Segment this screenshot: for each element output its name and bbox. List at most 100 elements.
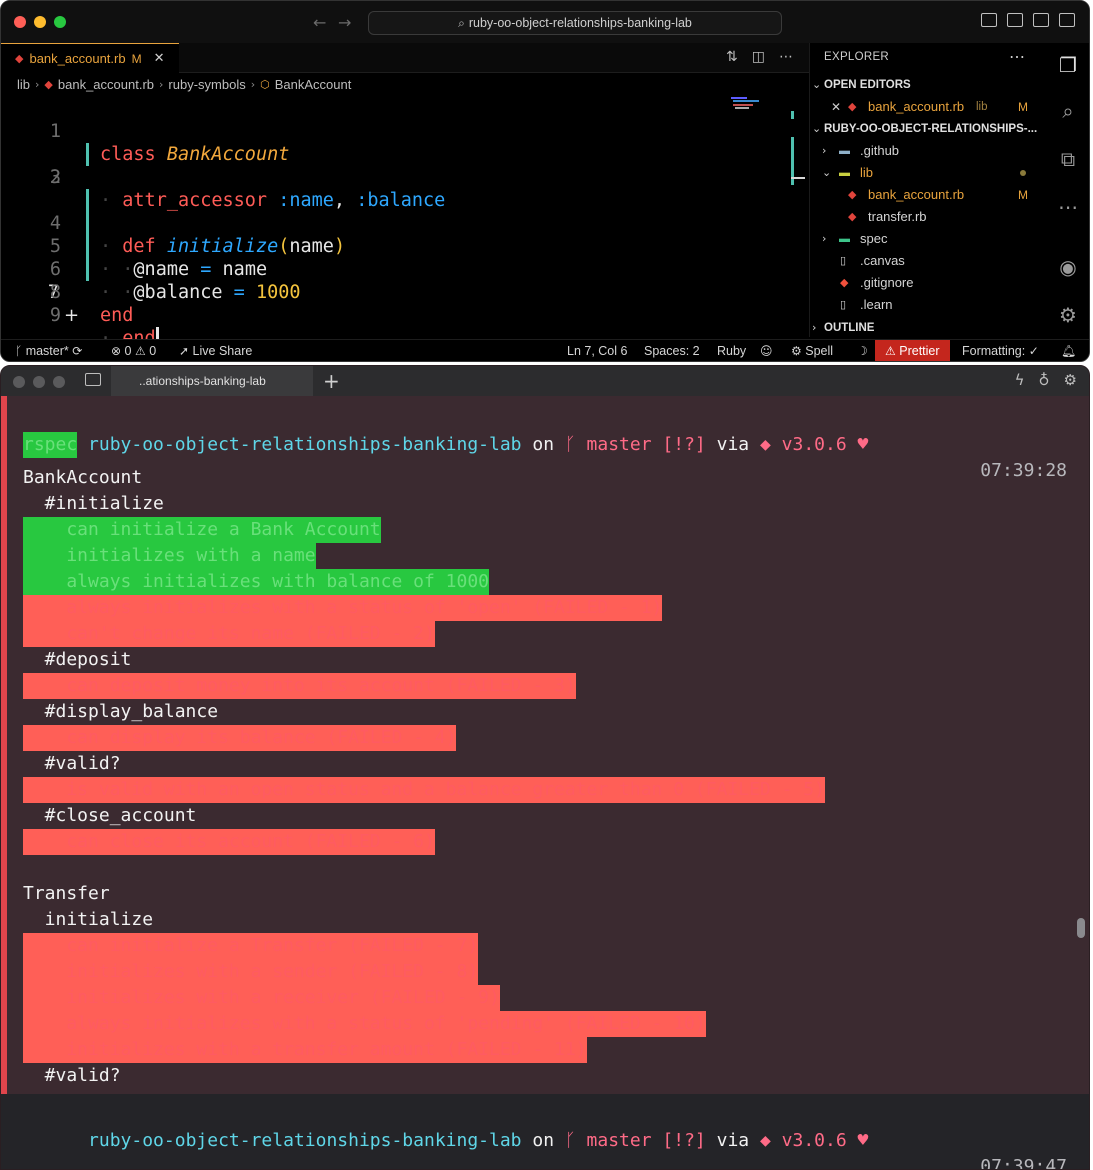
code-line: 4 · def initialize(name) xyxy=(1,166,791,257)
close-tab-icon[interactable]: ✕ xyxy=(154,51,165,66)
command-center-search[interactable]: ⌕ ruby-oo-object-relationships-banking-la… xyxy=(368,11,782,35)
output-line: can close its account (FAILED - 6) xyxy=(23,829,435,855)
tree-label: transfer.rb xyxy=(868,209,927,224)
forward-arrow-icon[interactable]: → xyxy=(338,13,351,32)
search-icon[interactable]: ⌕ xyxy=(1056,99,1080,123)
more-views-icon[interactable]: ⋯ xyxy=(1056,195,1080,219)
tree-item-bank-account-rb[interactable]: ◆ bank_account.rb M xyxy=(810,184,1046,206)
git-icon: ◆ xyxy=(840,277,849,289)
close-window-button[interactable] xyxy=(13,376,25,388)
title-bar: ← → ⌕ ruby-oo-object-relationships-bankin… xyxy=(1,1,1089,43)
lightbulb-icon[interactable]: ♁ xyxy=(1039,371,1050,389)
live-share-status[interactable]: ➚ Live Share xyxy=(179,340,253,361)
toggle-primary-sidebar-icon[interactable] xyxy=(981,13,997,27)
output-line: #valid? xyxy=(23,1065,121,1086)
maximize-window-button[interactable] xyxy=(53,376,65,388)
ruby-icon: ◆ xyxy=(759,434,771,455)
code-line: 1 class BankAccount xyxy=(1,97,791,165)
maximize-window-button[interactable] xyxy=(54,16,66,28)
indentation-status[interactable]: Spaces: 2 xyxy=(644,340,700,361)
cursor-position[interactable]: Ln 7, Col 6 xyxy=(567,340,627,361)
tree-item-spec[interactable]: › ▬ spec xyxy=(810,228,1046,250)
problems-status[interactable]: ⊗ 0 ⚠ 0 xyxy=(111,340,156,361)
tree-item-transfer-rb[interactable]: ◆ transfer.rb xyxy=(810,206,1046,228)
check-icon: ✓ xyxy=(1028,344,1039,358)
new-tab-icon[interactable]: + xyxy=(323,369,340,393)
terminal-window: ..ationships-banking-lab + ϟ ♁ ⚙ ruby-oo… xyxy=(0,365,1090,1170)
section-label: OUTLINE xyxy=(824,322,875,334)
modified-badge: M xyxy=(1018,188,1028,202)
output-line: can display its balance (FAILED - 4) xyxy=(23,725,457,751)
tree-item-gitignore[interactable]: ◆ .gitignore xyxy=(810,272,1046,294)
customize-layout-icon[interactable] xyxy=(1059,13,1075,27)
outline-section[interactable]: › OUTLINE xyxy=(810,317,1046,339)
spell-status[interactable]: ⚙ Spell xyxy=(791,340,833,361)
tab-bank-account-rb[interactable]: ◆ bank_account.rb M ✕ xyxy=(1,43,179,73)
minimize-window-button[interactable] xyxy=(34,16,46,28)
moon-icon[interactable]: ☽ xyxy=(857,340,868,361)
modified-badge: M xyxy=(1018,100,1028,114)
formatting-status[interactable]: Formatting: ✓ xyxy=(962,340,1039,361)
sidebar-toggle-icon[interactable] xyxy=(85,373,101,386)
remote-explorer-icon[interactable]: ⧉ xyxy=(1056,147,1080,171)
tree-item-github[interactable]: › ▬ .github xyxy=(810,140,1046,162)
chevron-down-icon: ⌄ xyxy=(822,166,832,179)
more-actions-icon[interactable]: ⋯ xyxy=(1009,47,1025,67)
code-line: 3 xyxy=(1,143,791,188)
prompt-time: 07:39:28 xyxy=(980,460,1067,481)
split-editor-icon[interactable]: ◫ xyxy=(752,49,765,65)
project-section[interactable]: ⌄ RUBY-OO-OBJECT-RELATIONSHIPS-... xyxy=(810,118,1046,140)
more-actions-icon[interactable]: ⋯ xyxy=(779,49,793,65)
live-share-label: Live Share xyxy=(192,344,253,358)
chevron-right-icon: › xyxy=(822,232,827,245)
chevron-right-icon: › xyxy=(812,321,817,334)
close-icon[interactable]: ✕ xyxy=(831,96,841,118)
editor-scroll-indicator xyxy=(791,97,805,327)
section-label: RUBY-OO-OBJECT-RELATIONSHIPS-... xyxy=(824,123,1038,135)
open-editors-section[interactable]: ⌄ OPEN EDITORS xyxy=(810,74,1046,96)
modified-dot xyxy=(1020,170,1026,176)
account-icon[interactable]: ◉ xyxy=(1056,255,1080,279)
output-line: initializes with a sender (FAILED - 8) xyxy=(23,959,479,985)
terminal-scrollbar[interactable] xyxy=(1077,918,1085,938)
language-mode[interactable]: Ruby xyxy=(717,340,746,361)
breadcrumb-file[interactable]: bank_account.rb xyxy=(58,77,154,92)
prettier-status[interactable]: ⚠ Prettier xyxy=(875,340,950,361)
breadcrumb-symbols[interactable]: ruby-symbols xyxy=(168,77,245,92)
ruby-file-icon: ◆ xyxy=(44,79,53,91)
toggle-panel-icon[interactable] xyxy=(1007,13,1023,27)
terminal-tab[interactable]: ..ationships-banking-lab xyxy=(111,366,313,396)
close-window-button[interactable] xyxy=(14,16,26,28)
editor-tab-bar: ◆ bank_account.rb M ✕ ⇅ ◫ ⋯ xyxy=(1,43,809,73)
back-arrow-icon[interactable]: ← xyxy=(313,13,326,32)
output-line: can't change its name (FAILED - 2) xyxy=(23,621,435,647)
lightning-icon[interactable]: ϟ xyxy=(1015,371,1025,389)
tree-item-lib[interactable]: ⌄ ▬ lib xyxy=(810,162,1046,184)
vscode-window: ← → ⌕ ruby-oo-object-relationships-bankin… xyxy=(0,0,1090,362)
breadcrumb-lib[interactable]: lib xyxy=(17,77,30,92)
branch-name: master* xyxy=(25,344,69,358)
tree-item-learn[interactable]: ▯ .learn xyxy=(810,294,1046,316)
tree-item-canvas[interactable]: ▯ .canvas xyxy=(810,250,1046,272)
explorer-sidebar: EXPLORER ⋯ ⌄ OPEN EDITORS ✕ ◆ bank_accou… xyxy=(809,43,1045,337)
minimize-window-button[interactable] xyxy=(33,376,45,388)
prompt-git-status: [!?] xyxy=(662,434,706,455)
open-editor-item[interactable]: ✕ ◆ bank_account.rb lib M xyxy=(810,96,1046,118)
gear-icon[interactable]: ⚙ xyxy=(1056,303,1080,327)
toggle-secondary-sidebar-icon[interactable] xyxy=(1033,13,1049,27)
copilot-icon[interactable]: ☺ xyxy=(760,340,773,361)
gear-icon[interactable]: ⚙ xyxy=(1064,371,1077,389)
breadcrumb-class[interactable]: BankAccount xyxy=(275,77,352,92)
line-number: 9 xyxy=(49,305,61,326)
minimap[interactable] xyxy=(729,97,769,111)
compare-changes-icon[interactable]: ⇅ xyxy=(726,49,738,65)
branch-status[interactable]: ᚴ master* ⟳ xyxy=(15,340,82,361)
notifications-icon[interactable]: 🔔︎ xyxy=(1061,340,1076,361)
git-branch-icon: ᚴ xyxy=(564,1130,576,1151)
output-line: initializes with a name xyxy=(23,543,316,569)
code-editor[interactable]: 1 class BankAccount 2 · attr_accessor :n… xyxy=(1,97,791,349)
code-line: 8 end xyxy=(1,258,791,326)
explorer-icon[interactable]: ❐ xyxy=(1056,53,1080,77)
breadcrumb: lib › ◆ bank_account.rb › ruby-symbols ›… xyxy=(17,77,351,92)
file-dir: lib xyxy=(976,101,988,113)
